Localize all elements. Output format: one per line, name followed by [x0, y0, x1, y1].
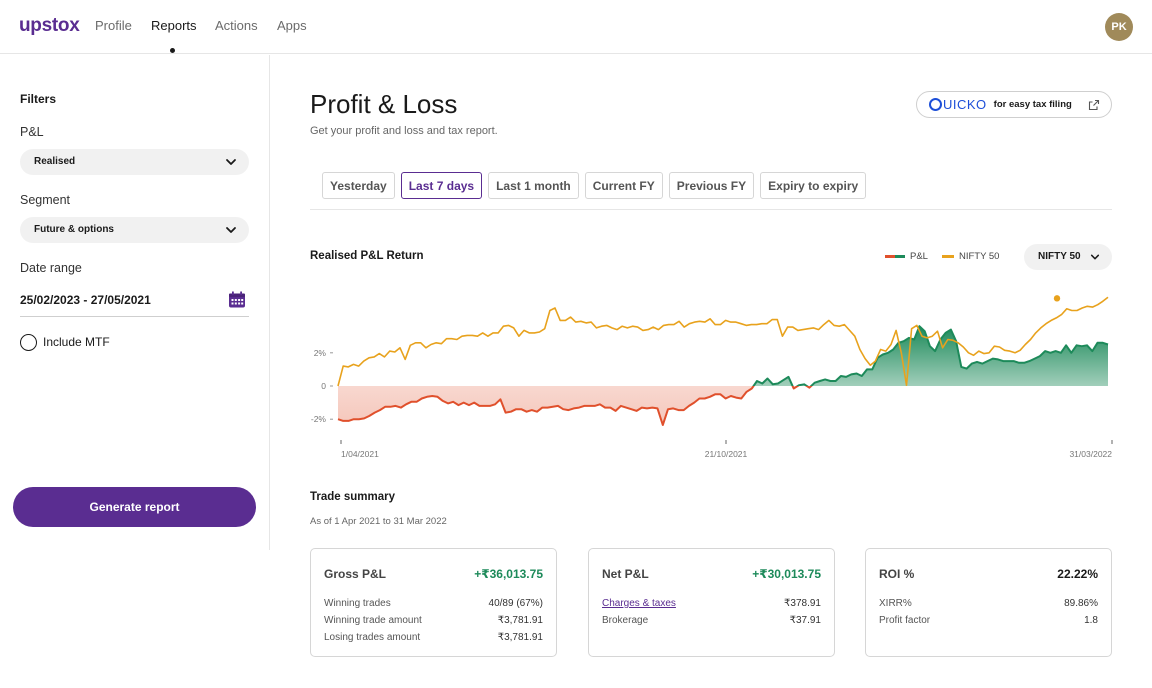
index-select[interactable]: NIFTY 50 [1024, 244, 1112, 270]
nifty-marker [1053, 295, 1061, 302]
filters-title: Filters [20, 92, 57, 106]
date-range-label: Date range [20, 261, 82, 275]
x-tick-label: 1/04/2021 [341, 449, 379, 459]
row-value: ₹3,781.91 [497, 632, 543, 643]
tab-yesterday[interactable]: Yesterday [322, 172, 395, 199]
trade-summary-title: Trade summary [310, 491, 396, 503]
pl-label: P&L [20, 125, 44, 139]
legend-pl-swatch [885, 255, 905, 258]
quicko-logo: UICKO [929, 97, 987, 112]
filters-sidebar: Filters P&L Realised Segment Future & op… [0, 55, 270, 550]
chart-legend: P&L NIFTY 50 [885, 251, 999, 262]
nav-item-actions[interactable]: Actions [215, 18, 258, 33]
card-label: Gross P&L [324, 567, 387, 581]
legend-nifty-label: NIFTY 50 [958, 251, 1000, 262]
card-value: +₹36,013.75 [474, 567, 543, 581]
pl-select-value: Realised [34, 156, 76, 167]
tab-current-fy[interactable]: Current FY [584, 172, 663, 199]
tab-last-7-days[interactable]: Last 7 days [400, 172, 483, 199]
charges-taxes-link[interactable]: Charges & taxes [602, 598, 676, 609]
roi-card: ROI % 22.22% XIRR% 89.86% Profit factor 1.… [865, 548, 1112, 657]
row-key: Profit factor [879, 615, 931, 626]
mtf-radio[interactable] [20, 333, 37, 351]
row-value: ₹3,781.91 [497, 615, 543, 626]
y-tick-label: -2% [311, 414, 327, 424]
row-value: 40/89 (67%) [488, 598, 543, 609]
tab-previous-fy[interactable]: Previous FY [668, 172, 755, 199]
segment-select[interactable]: Future & options [20, 217, 249, 243]
avatar[interactable]: PK [1105, 13, 1133, 41]
external-link-icon [1088, 99, 1100, 111]
quicko-text: for easy tax filing [993, 99, 1072, 110]
index-select-value: NIFTY 50 [1038, 251, 1081, 262]
gross-pl-card: Gross P&L +₹36,013.75 Winning trades 40/8… [310, 548, 557, 657]
segment-select-value: Future & options [34, 224, 114, 235]
chart-title: Realised P&L Return [310, 250, 424, 262]
summary-row: Losing trades amount ₹3,781.91 [324, 632, 543, 643]
top-navigation: upstox Profile Reports Actions Apps PK [0, 0, 1152, 54]
page-title: Profit & Loss [310, 89, 458, 119]
row-key: Winning trade amount [324, 615, 422, 626]
y-tick-label: 0 [321, 381, 326, 391]
segment-label: Segment [20, 193, 71, 207]
chevron-down-icon [226, 227, 236, 233]
pl-select[interactable]: Realised [20, 149, 249, 175]
summary-row: Profit factor 1.8 [879, 615, 1098, 626]
mtf-label: Include MTF [43, 335, 110, 349]
quicko-q-icon [929, 98, 942, 111]
card-value: +₹30,013.75 [752, 567, 821, 581]
nav-item-apps[interactable]: Apps [277, 18, 307, 33]
active-nav-indicator [170, 48, 175, 53]
date-range-value: 25/02/2023 - 27/05/2021 [20, 293, 151, 307]
chevron-down-icon [1090, 254, 1100, 260]
row-key: XIRR% [879, 598, 912, 609]
page-subtitle: Get your profit and loss and tax report. [310, 125, 498, 137]
period-tabs: Yesterday Last 7 days Last 1 month Curre… [322, 172, 867, 199]
calendar-icon[interactable] [228, 291, 246, 309]
legend-pl-label: P&L [910, 251, 928, 262]
tabs-divider [310, 209, 1112, 210]
y-tick-label: 2% [314, 348, 327, 358]
pl-return-chart: 2% 0 -2% 1/04/2021 21/10/2021 31/03/2022 [311, 295, 1113, 459]
x-tick-label: 21/10/2021 [705, 449, 748, 459]
row-value: 89.86% [1064, 598, 1098, 609]
summary-row: Charges & taxes ₹378.91 [602, 598, 821, 609]
summary-row: Winning trades 40/89 (67%) [324, 598, 543, 609]
quicko-button[interactable]: UICKO for easy tax filing [916, 91, 1112, 118]
summary-row: Winning trade amount ₹3,781.91 [324, 615, 543, 626]
row-key: Losing trades amount [324, 632, 421, 643]
x-tick-label: 31/03/2022 [1069, 449, 1112, 459]
pl-profit-area [338, 326, 1108, 386]
trade-summary-subtitle: As of 1 Apr 2021 to 31 Mar 2022 [310, 516, 447, 527]
quicko-brand: UICKO [943, 97, 987, 112]
summary-row: XIRR% 89.86% [879, 598, 1098, 609]
card-label: ROI % [879, 567, 915, 581]
card-label: Net P&L [602, 567, 649, 581]
nav-item-profile[interactable]: Profile [95, 18, 132, 33]
date-range-field[interactable]: 25/02/2023 - 27/05/2021 [20, 287, 249, 317]
row-key: Winning trades [324, 598, 391, 609]
legend-nifty-swatch [941, 255, 954, 258]
upstox-logo[interactable]: upstox [19, 15, 80, 37]
tab-expiry-to-expiry[interactable]: Expiry to expiry [760, 172, 867, 199]
generate-report-button[interactable]: Generate report [13, 487, 256, 527]
row-key: Brokerage [602, 615, 649, 626]
row-value: ₹378.91 [784, 598, 821, 609]
net-pl-card: Net P&L +₹30,013.75 Charges & taxes ₹378.… [588, 548, 835, 657]
include-mtf-option[interactable]: Include MTF [20, 332, 110, 352]
tab-last-1-month[interactable]: Last 1 month [488, 172, 579, 199]
nav-item-reports[interactable]: Reports [151, 18, 197, 33]
row-value: ₹37.91 [789, 615, 821, 626]
row-value: 1.8 [1084, 615, 1098, 626]
chevron-down-icon [226, 159, 236, 165]
summary-row: Brokerage ₹37.91 [602, 615, 821, 626]
card-value: 22.22% [1057, 567, 1098, 581]
